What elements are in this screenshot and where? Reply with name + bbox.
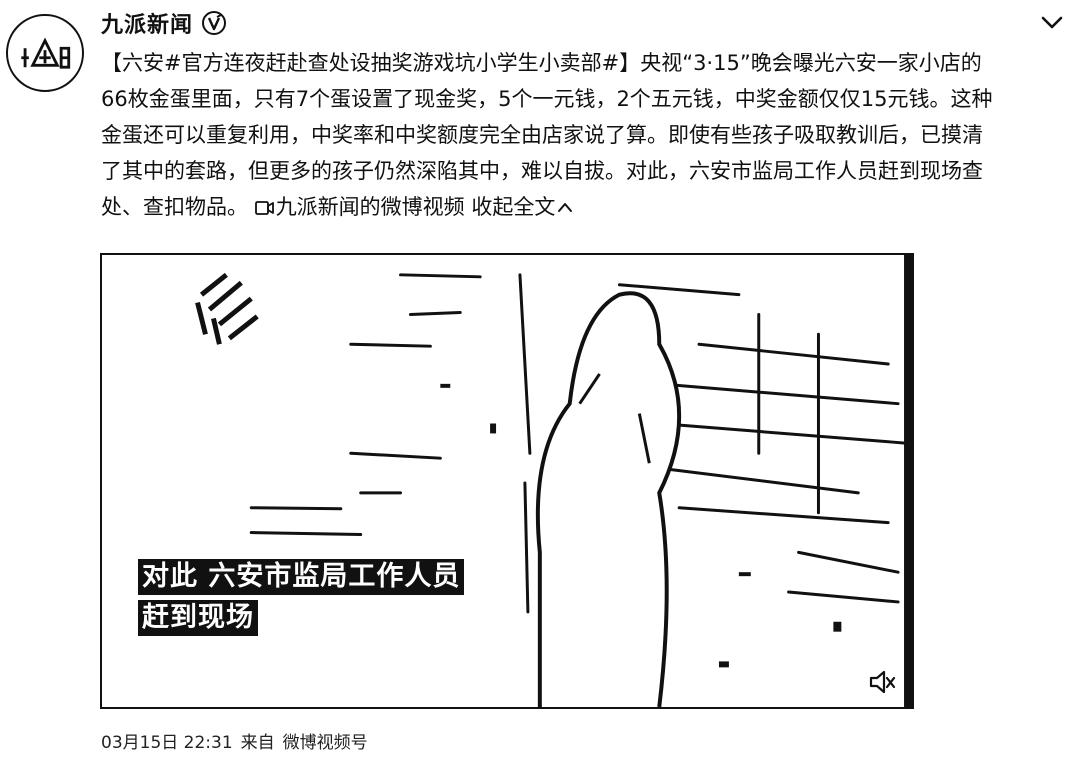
collapse-label: 收起全文 — [471, 195, 556, 219]
chevron-up-icon — [557, 200, 573, 214]
avatar-logo-icon — [9, 17, 81, 89]
post-body-line: 了其中的套路，但更多的孩子仍然深陷其中，难以自拔。对此，六安市监局工作人员赶到现… — [101, 159, 983, 183]
tv-station-logo-icon — [195, 272, 259, 345]
avatar[interactable] — [6, 14, 84, 92]
post-body-line: 处、查扣物品。 — [101, 195, 248, 219]
post-source-prefix: 来自 — [240, 733, 275, 753]
post-timestamp[interactable]: 03月15日 22:31 — [101, 728, 233, 753]
video-frame-image — [195, 255, 912, 707]
post-body-line: 金蛋还可以重复利用，中奖率和中奖额度完全由店家说了算。即使有些孩子吸取教训后，已… — [101, 123, 983, 147]
video-caption-line-2: 赶到现场 — [138, 600, 258, 636]
collapse-button[interactable]: 收起全文 — [471, 195, 573, 219]
verified-badge-icon — [201, 10, 227, 36]
post-body-line: 【六安#官方连夜赶赴查处设抽奖游戏坑小学生小卖部#】央视“3·15”晚会曝光六安… — [101, 51, 982, 75]
video-caption-line-1: 对此 六安市监局工作人员 — [138, 559, 465, 595]
post-source[interactable]: 微博视频号 — [283, 728, 368, 753]
video-player[interactable]: 对此 六安市监局工作人员 赶到现场 — [100, 253, 914, 709]
post-header: 九派新闻 — [101, 6, 227, 40]
post-body-line: 66枚金蛋里面，只有7个蛋设置了现金奖，5个一元钱，2个五元钱，中奖金额仅仅15… — [101, 87, 993, 111]
post-body-last-line: 处、查扣物品。 九派新闻的微博视频 收起全文 — [101, 189, 1061, 225]
author-name[interactable]: 九派新闻 — [101, 7, 193, 39]
post-body: 【六安#官方连夜赶赴查处设抽奖游戏坑小学生小卖部#】央视“3·15”晚会曝光六安… — [101, 45, 1061, 225]
chevron-down-icon[interactable] — [1038, 10, 1066, 34]
mute-icon[interactable] — [868, 669, 896, 695]
video-link-label: 九派新闻的微博视频 — [275, 195, 465, 219]
post-meta: 03月15日 22:31 来自 微博视频号 — [101, 728, 368, 753]
video-icon — [254, 200, 274, 216]
video-link[interactable]: 九派新闻的微博视频 — [254, 195, 465, 219]
